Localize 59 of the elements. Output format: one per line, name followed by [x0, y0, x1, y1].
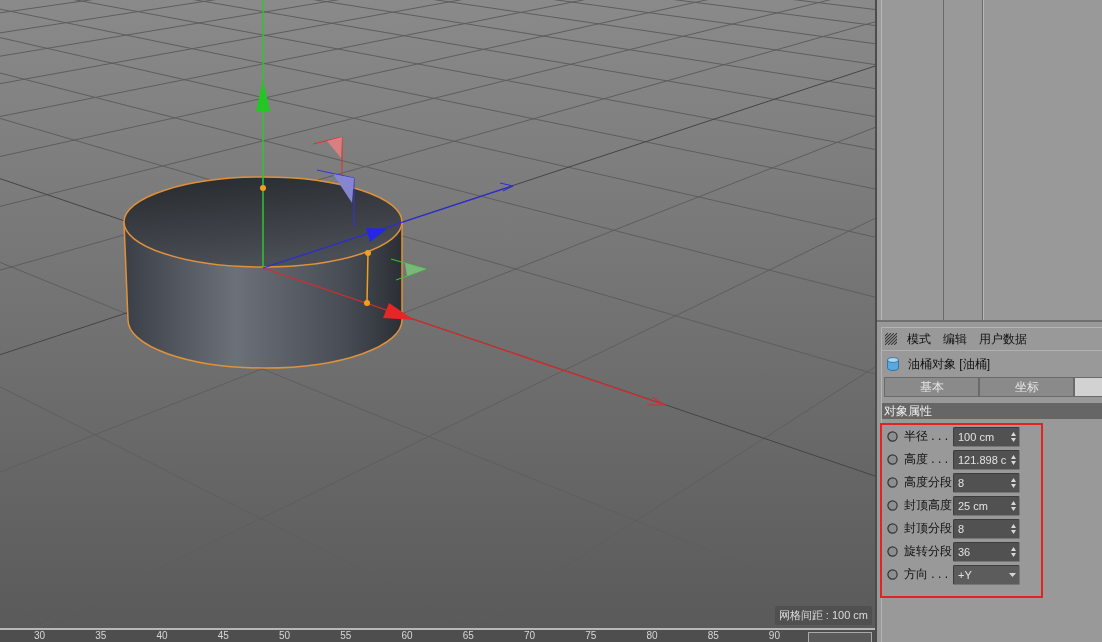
z-axis-arrow[interactable]	[262, 182, 514, 269]
frame-number: 30	[33, 630, 47, 642]
height-handle[interactable]	[364, 250, 371, 306]
number-field[interactable]: 100 cm	[953, 426, 1020, 447]
number-field[interactable]: 8	[953, 472, 1020, 493]
dropdown-field[interactable]: +Y	[953, 564, 1020, 585]
grid-spacing-label: 网格间距 : 100 cm	[774, 606, 872, 625]
param-label: 半径 . . .	[904, 428, 949, 445]
menu-item[interactable]: 用户数据	[979, 330, 1027, 348]
number-field[interactable]: 36	[953, 541, 1020, 562]
menu-item[interactable]: 模式	[907, 330, 931, 348]
spinner-arrows-icon[interactable]	[1011, 546, 1016, 557]
frame-number: 35	[94, 630, 108, 642]
timeline-ruler[interactable]: 30 35 40 45 50 55 60 65 70 75 80 85 90	[0, 628, 875, 642]
frame-number: 65	[461, 630, 475, 642]
frame-number: 90	[767, 630, 781, 642]
ring-icon[interactable]	[887, 500, 898, 511]
spinner-arrows-icon[interactable]	[1011, 477, 1016, 488]
ring-icon[interactable]	[887, 523, 898, 534]
spinner-arrows-icon[interactable]	[1011, 431, 1016, 442]
grip-icon[interactable]	[885, 333, 897, 345]
param-label: 高度分段	[904, 474, 953, 491]
caret-icon[interactable]	[1009, 572, 1016, 577]
spinner-arrows-icon[interactable]	[1011, 500, 1016, 511]
param-label: 旋转分段	[904, 543, 953, 560]
plane-handle[interactable]	[316, 169, 355, 228]
param-label: 高度 . . .	[904, 451, 949, 468]
frame-number: 50	[278, 630, 292, 642]
frame-number: 40	[155, 630, 169, 642]
handle-dot[interactable]	[260, 185, 266, 191]
number-field[interactable]: 121.898 c	[953, 449, 1020, 470]
section-header: 对象属性	[882, 403, 1102, 419]
x-axis-arrow[interactable]	[262, 267, 666, 406]
ring-icon[interactable]	[887, 546, 898, 557]
frame-number: 70	[522, 630, 537, 642]
frame-number: 45	[216, 630, 230, 642]
frame-number: 80	[645, 630, 659, 642]
param-label: 方向 . . .	[904, 566, 949, 583]
param-label: 封顶分段	[904, 520, 953, 537]
object-title: 油桶对象 [油桶]	[908, 355, 990, 373]
number-field[interactable]: 8	[953, 518, 1020, 539]
ring-icon[interactable]	[887, 431, 898, 442]
frame-number: 60	[400, 630, 414, 642]
3d-viewport[interactable]: 网格间距 : 100 cm	[0, 0, 875, 628]
number-field[interactable]: 25 cm	[953, 495, 1020, 516]
cylinder-icon	[887, 357, 899, 371]
ring-icon[interactable]	[887, 454, 898, 465]
plane-handle[interactable]	[390, 258, 427, 281]
y-axis-arrow[interactable]	[256, 0, 270, 269]
frame-number: 75	[584, 630, 598, 642]
ring-icon[interactable]	[887, 569, 898, 580]
frame-number: 55	[339, 630, 353, 642]
menu-item[interactable]: 编辑	[943, 330, 967, 348]
spinner-arrows-icon[interactable]	[1011, 523, 1016, 534]
frame-field[interactable]	[808, 632, 872, 642]
ring-icon[interactable]	[887, 477, 898, 488]
frame-number: 85	[706, 630, 720, 642]
spinner-arrows-icon[interactable]	[1011, 454, 1016, 465]
param-label: 封顶高度	[904, 497, 953, 514]
